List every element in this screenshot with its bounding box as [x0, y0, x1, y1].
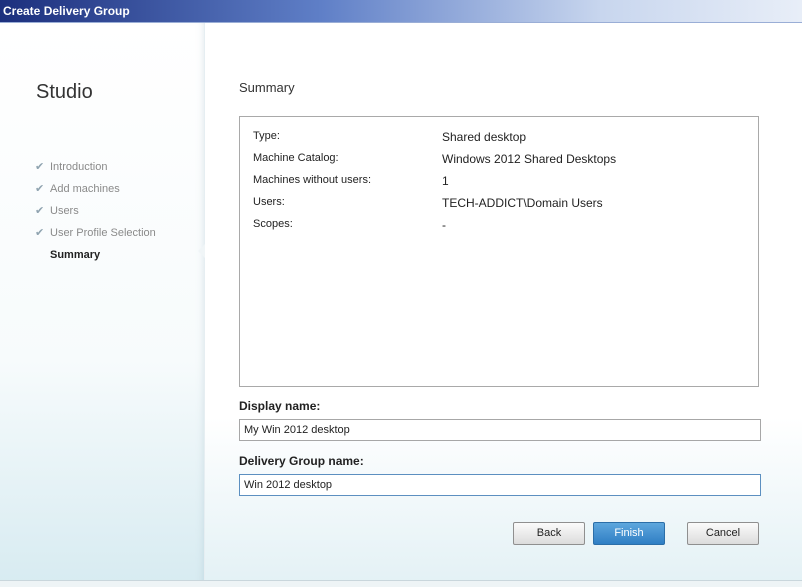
summary-label: Machines without users: [253, 174, 371, 186]
step-label: User Profile Selection [50, 227, 156, 239]
step-label: Users [50, 205, 79, 217]
window-titlebar: Create Delivery Group [0, 0, 802, 23]
checkmark-icon: ✔ [35, 183, 45, 195]
step-introduction: ✔ Introduction [35, 156, 156, 178]
studio-brand: Studio [36, 81, 93, 103]
summary-row-users: Users: TECH-ADDICT\Domain Users [253, 196, 753, 218]
wizard-steps: ✔ Introduction ✔ Add machines ✔ Users ✔ … [35, 156, 156, 266]
display-name-input[interactable]: My Win 2012 desktop [239, 419, 761, 441]
display-name-label: Display name: [239, 399, 321, 413]
step-users: ✔ Users [35, 200, 156, 222]
checkmark-icon: ✔ [35, 161, 45, 173]
wizard-content: Summary Type: Shared desktop Machine Cat… [205, 23, 802, 586]
cancel-button[interactable]: Cancel [687, 522, 759, 545]
summary-label: Scopes: [253, 218, 293, 230]
back-button[interactable]: Back [513, 522, 585, 545]
summary-row-machine-catalog: Machine Catalog: Windows 2012 Shared Des… [253, 152, 753, 174]
summary-value: Shared desktop [442, 130, 527, 144]
page-title: Summary [239, 80, 295, 95]
summary-label: Machine Catalog: [253, 152, 339, 164]
summary-label: Users: [253, 196, 285, 208]
step-user-profile-selection: ✔ User Profile Selection [35, 222, 156, 244]
step-label: Summary [50, 249, 101, 261]
summary-row-type: Type: Shared desktop [253, 130, 753, 152]
summary-value: - [442, 218, 446, 232]
step-label: Add machines [50, 183, 120, 195]
step-add-machines: ✔ Add machines [35, 178, 156, 200]
summary-panel: Type: Shared desktop Machine Catalog: Wi… [239, 116, 759, 387]
summary-row-machines-without-users: Machines without users: 1 [253, 174, 753, 196]
wizard-sidebar: Studio ✔ Introduction ✔ Add machines ✔ U… [0, 23, 205, 586]
step-summary: ✔ Summary [35, 244, 156, 266]
summary-value: 1 [442, 174, 449, 188]
checkmark-icon: ✔ [35, 205, 45, 217]
group-name-input[interactable]: Win 2012 desktop [239, 474, 761, 496]
summary-label: Type: [253, 130, 280, 142]
group-name-label: Delivery Group name: [239, 454, 364, 468]
summary-value: TECH-ADDICT\Domain Users [442, 196, 603, 210]
summary-row-scopes: Scopes: - [253, 218, 753, 240]
summary-value: Windows 2012 Shared Desktops [442, 152, 617, 166]
active-step-pointer [198, 244, 205, 258]
finish-button[interactable]: Finish [593, 522, 665, 545]
window-title: Create Delivery Group [3, 4, 130, 18]
checkmark-icon: ✔ [35, 227, 45, 239]
step-label: Introduction [50, 161, 108, 173]
